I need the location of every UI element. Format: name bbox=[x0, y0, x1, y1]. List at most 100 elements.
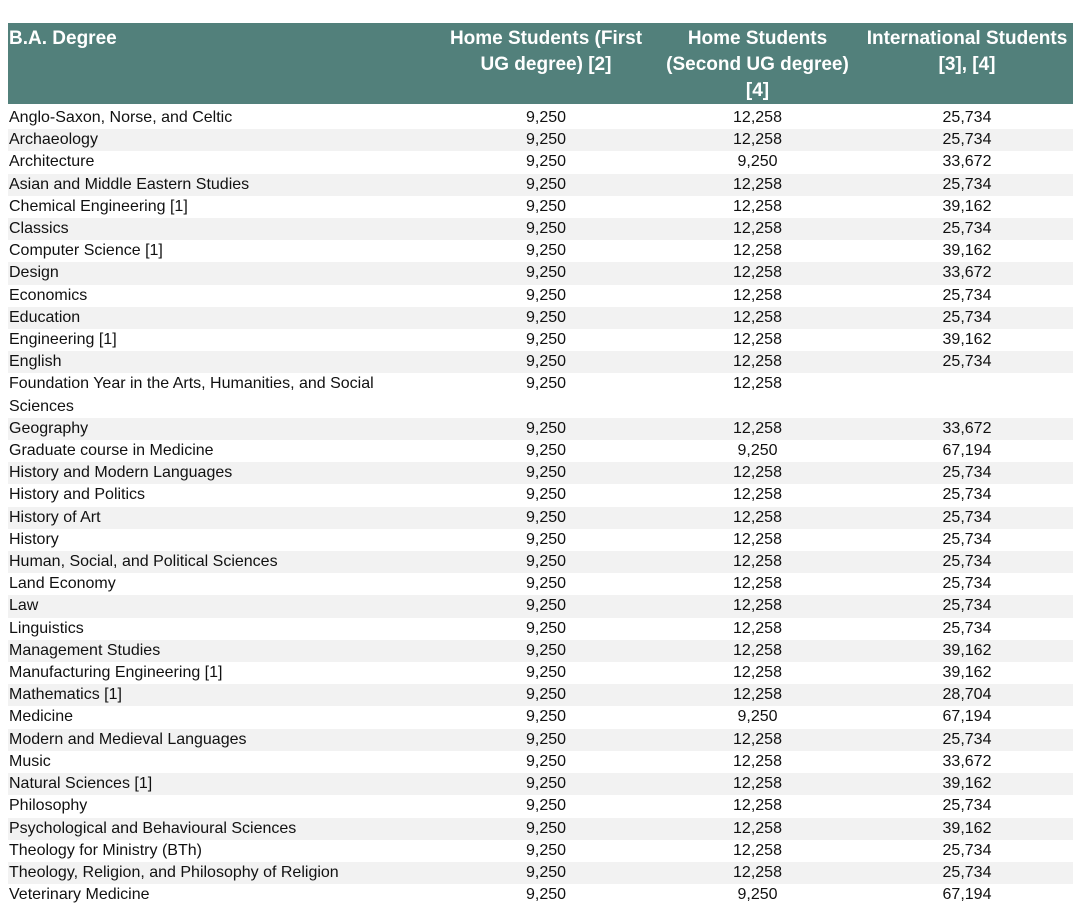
home-first-fee-cell: 9,250 bbox=[525, 508, 567, 526]
international-fee-cell: 25,734 bbox=[942, 486, 992, 504]
degree-cell: Geography bbox=[9, 419, 89, 437]
home-first-fee-cell: 9,250 bbox=[525, 308, 567, 326]
table-row: Psychological and Behavioural Sciences 9,… bbox=[8, 817, 1073, 840]
degree-cell: Mathematics [1] bbox=[9, 686, 122, 704]
home-second-fee-cell: 12,258 bbox=[733, 819, 782, 837]
degree-cell: English bbox=[9, 353, 62, 371]
table-row: Land Economy 9,250 12,258 25,734 bbox=[8, 573, 1073, 596]
table-row: Linguistics 9,250 12,258 25,734 bbox=[8, 617, 1073, 640]
header-home-second: Home Students (Second UG degree) [4] bbox=[666, 28, 849, 101]
home-second-fee-cell: 12,258 bbox=[733, 286, 782, 304]
home-second-fee-cell: 12,258 bbox=[733, 841, 782, 859]
home-first-fee-cell: 9,250 bbox=[525, 553, 567, 571]
degree-cell: Modern and Medieval Languages bbox=[9, 730, 247, 748]
degree-cell: Human, Social, and Political Sciences bbox=[9, 553, 278, 571]
international-fee-cell: 25,734 bbox=[942, 575, 992, 593]
international-fee-cell: 39,162 bbox=[942, 331, 992, 349]
table-row: Architecture 9,250 9,250 33,672 bbox=[8, 151, 1073, 174]
home-second-fee-cell: 9,250 bbox=[737, 442, 778, 460]
home-first-fee-cell: 9,250 bbox=[525, 841, 567, 859]
international-fee-cell: 25,734 bbox=[942, 464, 992, 482]
header-degree: B.A. Degree bbox=[9, 28, 117, 49]
degree-cell: Philosophy bbox=[9, 797, 88, 815]
home-first-fee-cell: 9,250 bbox=[525, 619, 567, 637]
home-second-fee-cell: 12,258 bbox=[733, 752, 782, 770]
table-body: Anglo-Saxon, Norse, and Celtic 9,250 12,25… bbox=[8, 104, 1073, 907]
header-international: International Students [3], [4] bbox=[866, 28, 1068, 75]
table-row: Medicine 9,250 9,250 67,194 bbox=[8, 706, 1073, 729]
table-row: Veterinary Medicine 9,250 9,250 67,194 bbox=[8, 884, 1073, 907]
home-first-fee-cell: 9,250 bbox=[525, 597, 567, 615]
degree-cell: Medicine bbox=[9, 708, 74, 726]
home-first-fee-cell: 9,250 bbox=[525, 197, 567, 215]
international-fee-cell: 39,162 bbox=[942, 641, 992, 659]
home-second-fee-cell: 12,258 bbox=[733, 131, 782, 149]
international-fee-cell: 25,734 bbox=[942, 109, 992, 126]
international-fee-cell: 39,162 bbox=[942, 242, 992, 260]
degree-cell: Management Studies bbox=[9, 641, 161, 659]
home-first-fee-cell: 9,250 bbox=[525, 175, 567, 193]
table-row: Management Studies 9,250 12,258 39,162 bbox=[8, 639, 1073, 663]
home-first-fee-cell: 9,250 bbox=[525, 664, 567, 682]
home-second-fee-cell: 9,250 bbox=[737, 708, 778, 726]
home-second-fee-cell: 12,258 bbox=[733, 775, 782, 793]
degree-cell: Theology for Ministry (BTh) bbox=[9, 841, 202, 859]
table-row: English 9,250 12,258 25,734 bbox=[8, 351, 1073, 374]
home-first-fee-cell: 9,250 bbox=[525, 863, 567, 881]
table-row: Computer Science [1] 9,250 12,258 39,162 bbox=[8, 240, 1073, 263]
table-row: Anglo-Saxon, Norse, and Celtic 9,250 12,25… bbox=[8, 104, 1073, 130]
home-first-fee-cell: 9,250 bbox=[525, 286, 567, 304]
international-fee-cell: 67,194 bbox=[942, 442, 992, 460]
home-second-fee-cell: 12,258 bbox=[733, 220, 782, 238]
international-fee-cell: 25,734 bbox=[942, 863, 992, 881]
degree-cell: Linguistics bbox=[9, 619, 84, 637]
degree-cell: Manufacturing Engineering [1] bbox=[9, 664, 223, 682]
international-fee-cell: 33,672 bbox=[942, 419, 992, 437]
table-row: Law 9,250 12,258 25,734 bbox=[8, 595, 1073, 618]
home-second-fee-cell: 12,258 bbox=[733, 575, 782, 593]
degree-cell: History of Art bbox=[9, 508, 101, 526]
home-second-fee-cell: 12,258 bbox=[733, 686, 782, 704]
international-fee-cell: 39,162 bbox=[942, 664, 992, 682]
table-row: Geography 9,250 12,258 33,672 bbox=[8, 417, 1073, 441]
home-second-fee-cell: 12,258 bbox=[733, 175, 782, 193]
home-second-fee-cell: 12,258 bbox=[733, 242, 782, 260]
home-first-fee-cell: 9,250 bbox=[525, 419, 567, 437]
home-second-fee-cell: 12,258 bbox=[733, 863, 782, 881]
table-row: Theology, Religion, and Philosophy of Re… bbox=[8, 861, 1073, 885]
international-fee-cell: 25,734 bbox=[942, 220, 992, 238]
home-first-fee-cell: 9,250 bbox=[525, 153, 567, 171]
home-second-fee-cell: 12,258 bbox=[733, 308, 782, 326]
table-row: History of Art 9,250 12,258 25,734 bbox=[8, 506, 1073, 529]
degree-cell: Economics bbox=[9, 286, 88, 304]
table-row: Manufacturing Engineering [1] 9,250 12,258… bbox=[8, 662, 1073, 685]
international-fee-cell: 25,734 bbox=[942, 286, 992, 304]
home-first-fee-cell: 9,250 bbox=[525, 486, 567, 504]
table-row: Modern and Medieval Languages 9,250 12,258… bbox=[8, 728, 1073, 751]
international-fee-cell: 25,734 bbox=[942, 131, 992, 149]
degree-cell: Foundation Year in the Arts, Humanities,… bbox=[9, 375, 374, 415]
table-header: B.A. Degree Home Students (First UG degr… bbox=[8, 23, 1073, 104]
home-second-fee-cell: 12,258 bbox=[733, 197, 782, 215]
home-first-fee-cell: 9,250 bbox=[525, 242, 567, 260]
degree-cell: Anglo-Saxon, Norse, and Celtic bbox=[9, 109, 233, 126]
international-fee-cell: 25,734 bbox=[942, 797, 992, 815]
international-fee-cell bbox=[861, 373, 1073, 417]
international-fee-cell: 33,672 bbox=[942, 752, 992, 770]
table-row: Natural Sciences [1] 9,250 12,258 39,162 bbox=[8, 773, 1073, 796]
international-fee-cell: 39,162 bbox=[942, 775, 992, 793]
degree-cell: Design bbox=[9, 264, 59, 282]
international-fee-cell: 33,672 bbox=[942, 264, 992, 282]
table-row: Mathematics [1] 9,250 12,258 28,704 bbox=[8, 684, 1073, 707]
home-second-fee-cell: 9,250 bbox=[737, 153, 778, 171]
degree-cell: History and Politics bbox=[9, 486, 146, 504]
home-second-fee-cell: 12,258 bbox=[733, 264, 782, 282]
degree-cell: Music bbox=[9, 752, 51, 770]
international-fee-cell: 25,734 bbox=[942, 530, 992, 548]
degree-cell: Education bbox=[9, 308, 81, 326]
home-first-fee-cell: 9,250 bbox=[525, 353, 567, 371]
degree-cell: Graduate course in Medicine bbox=[9, 442, 214, 460]
table-row: History and Modern Languages 9,250 12,258 2… bbox=[8, 462, 1073, 485]
degree-cell: Land Economy bbox=[9, 575, 116, 593]
table-row: Chemical Engineering [1] 9,250 12,258 39,16… bbox=[8, 195, 1073, 219]
